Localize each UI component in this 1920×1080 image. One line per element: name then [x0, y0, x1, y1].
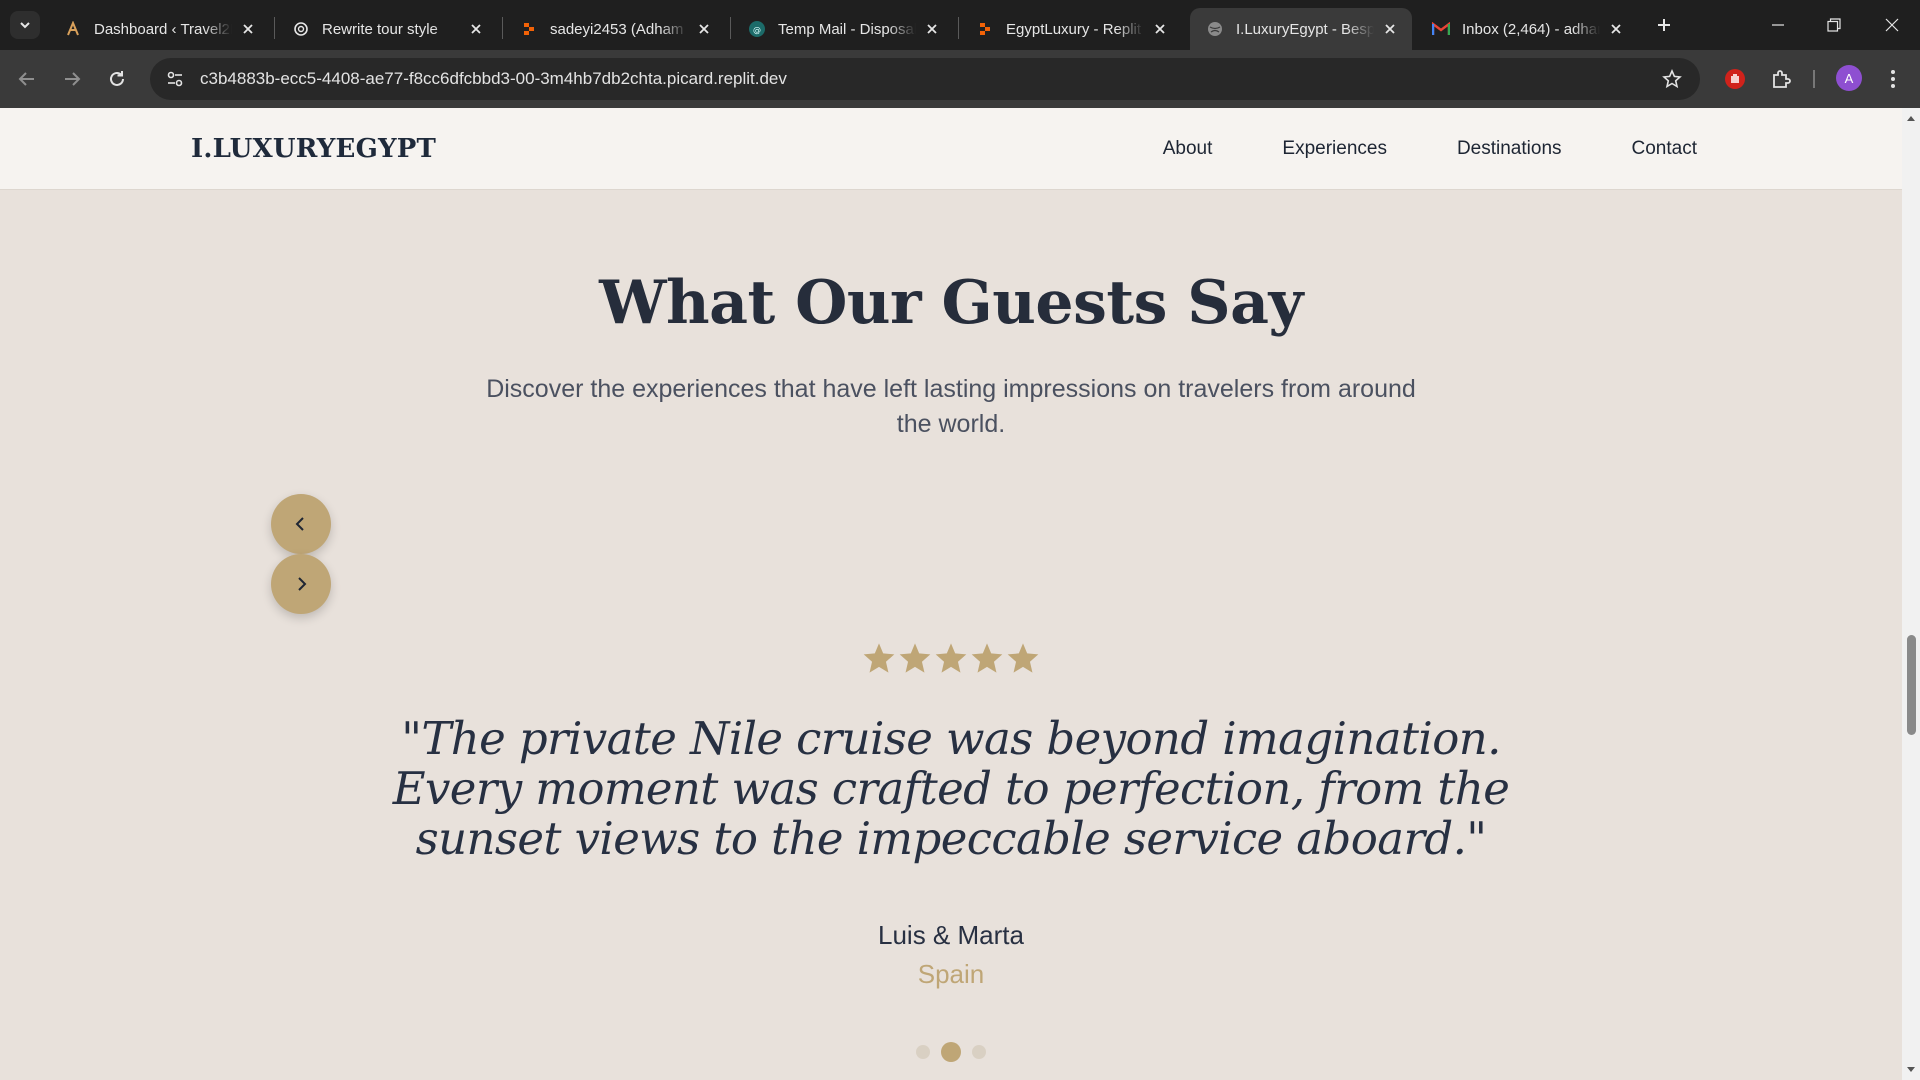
restore-button[interactable]	[1806, 0, 1862, 50]
nav-link-about[interactable]: About	[1163, 138, 1213, 160]
restore-icon	[1827, 18, 1841, 32]
close-icon[interactable]	[924, 21, 940, 37]
browser-title-bar: Dashboard ‹ Travel2E Rewrite tour style …	[0, 0, 1920, 50]
arrow-left-icon	[18, 72, 34, 86]
kebab-menu-icon	[1891, 70, 1895, 88]
tab-title: sadeyi2453 (Adham H	[550, 20, 688, 38]
hand-extension-icon	[1725, 69, 1745, 89]
site-info-icon[interactable]	[154, 58, 196, 100]
testimonial-quote: "The private Nile cruise was beyond imag…	[392, 712, 1510, 865]
address-bar[interactable]: c3b4883b-ecc5-4408-ae77-f8cc6dfcbbd3-00-…	[150, 58, 1700, 100]
tab-search-button[interactable]	[10, 11, 40, 39]
chatgpt-icon	[292, 20, 310, 38]
tab-title: EgyptLuxury - Replit	[1006, 20, 1142, 38]
carousel-dot[interactable]	[972, 1045, 986, 1059]
browser-tab[interactable]: EgyptLuxury - Replit	[960, 8, 1182, 50]
extensions-menu-button[interactable]	[1764, 62, 1798, 96]
profile-avatar[interactable]: A	[1836, 65, 1862, 91]
globe-icon	[1206, 20, 1224, 38]
replit-icon	[520, 20, 538, 38]
testimonial-country: Spain	[917, 959, 985, 989]
reload-button[interactable]	[100, 62, 134, 96]
browser-menu-button[interactable]	[1876, 62, 1910, 96]
carousel-prev-button[interactable]	[271, 494, 331, 554]
nav-link-experiences[interactable]: Experiences	[1282, 138, 1387, 160]
forward-button[interactable]	[55, 62, 89, 96]
tempmail-icon: @	[748, 20, 766, 38]
testimonial-author: Luis & Marta	[878, 920, 1024, 950]
scroll-down-arrow-icon[interactable]	[1905, 1064, 1917, 1076]
reload-icon	[110, 71, 124, 86]
chevron-down-icon	[20, 22, 30, 29]
chevron-right-icon	[298, 577, 307, 591]
url-text[interactable]: c3b4883b-ecc5-4408-ae77-f8cc6dfcbbd3-00-…	[200, 69, 1652, 89]
site-nav: About Experiences Destinations Contact	[1093, 138, 1697, 160]
carousel-dot[interactable]	[941, 1042, 961, 1062]
browser-tab[interactable]: Inbox (2,464) - adhar	[1416, 8, 1638, 50]
star-icon	[970, 642, 1004, 674]
nav-link-destinations[interactable]: Destinations	[1457, 138, 1562, 160]
extension-button[interactable]	[1718, 62, 1752, 96]
scrollbar-thumb[interactable]	[1907, 635, 1916, 735]
scroll-up-arrow-icon[interactable]	[1905, 112, 1917, 124]
star-icon	[862, 642, 896, 674]
section-subtitle: Discover the experiences that have left …	[486, 375, 1416, 438]
back-button[interactable]	[10, 62, 44, 96]
gmail-icon	[1432, 20, 1450, 38]
close-icon[interactable]	[1608, 21, 1624, 37]
browser-tab[interactable]: Dashboard ‹ Travel2E	[48, 8, 270, 50]
browser-tab[interactable]: sadeyi2453 (Adham H	[504, 8, 726, 50]
close-icon[interactable]	[1382, 21, 1398, 37]
close-icon	[1885, 18, 1899, 32]
puzzle-icon	[1773, 70, 1791, 88]
browser-tab[interactable]: @ Temp Mail - Disposab	[732, 8, 954, 50]
close-window-button[interactable]	[1864, 0, 1920, 50]
carousel-dots	[0, 1042, 1902, 1062]
tab-title: Rewrite tour style	[322, 20, 438, 38]
chevron-left-icon	[295, 517, 304, 531]
tab-title: I.LuxuryEgypt - Bespo	[1236, 20, 1374, 38]
travel-logo-icon	[64, 20, 82, 38]
site-logo[interactable]: I.LUXURYEGYPT	[191, 134, 436, 164]
close-icon[interactable]	[468, 21, 484, 37]
tab-title: Inbox (2,464) - adhar	[1462, 20, 1600, 38]
page-scrollbar[interactable]	[1902, 108, 1920, 1080]
bookmark-star-icon[interactable]	[1652, 59, 1692, 99]
site-navbar: I.LUXURYEGYPT About Experiences Destinat…	[0, 108, 1902, 190]
star-icon	[1006, 642, 1040, 674]
section-title: What Our Guests Say	[599, 268, 1303, 338]
svg-text:@: @	[753, 26, 761, 35]
star-icon	[934, 642, 968, 674]
page-viewport: I.LUXURYEGYPT About Experiences Destinat…	[0, 108, 1902, 1080]
tab-title: Dashboard ‹ Travel2E	[94, 20, 232, 38]
star-icon	[898, 642, 932, 674]
browser-tab-active[interactable]: I.LuxuryEgypt - Bespo	[1190, 8, 1412, 50]
new-tab-button[interactable]	[1650, 11, 1678, 39]
close-icon[interactable]	[1152, 21, 1168, 37]
tab-title: Temp Mail - Disposab	[778, 20, 916, 38]
browser-tab[interactable]: Rewrite tour style	[276, 8, 498, 50]
close-icon[interactable]	[696, 21, 712, 37]
carousel-next-button[interactable]	[271, 554, 331, 614]
arrow-right-icon	[65, 72, 81, 86]
close-icon[interactable]	[240, 21, 256, 37]
rating-stars	[0, 642, 1902, 674]
minimize-button[interactable]	[1750, 0, 1806, 50]
nav-link-contact[interactable]: Contact	[1632, 138, 1697, 160]
browser-toolbar: c3b4883b-ecc5-4408-ae77-f8cc6dfcbbd3-00-…	[0, 50, 1920, 108]
carousel-dot[interactable]	[916, 1045, 930, 1059]
minimize-icon	[1772, 24, 1784, 26]
replit-icon	[976, 20, 994, 38]
plus-icon	[1658, 19, 1670, 31]
